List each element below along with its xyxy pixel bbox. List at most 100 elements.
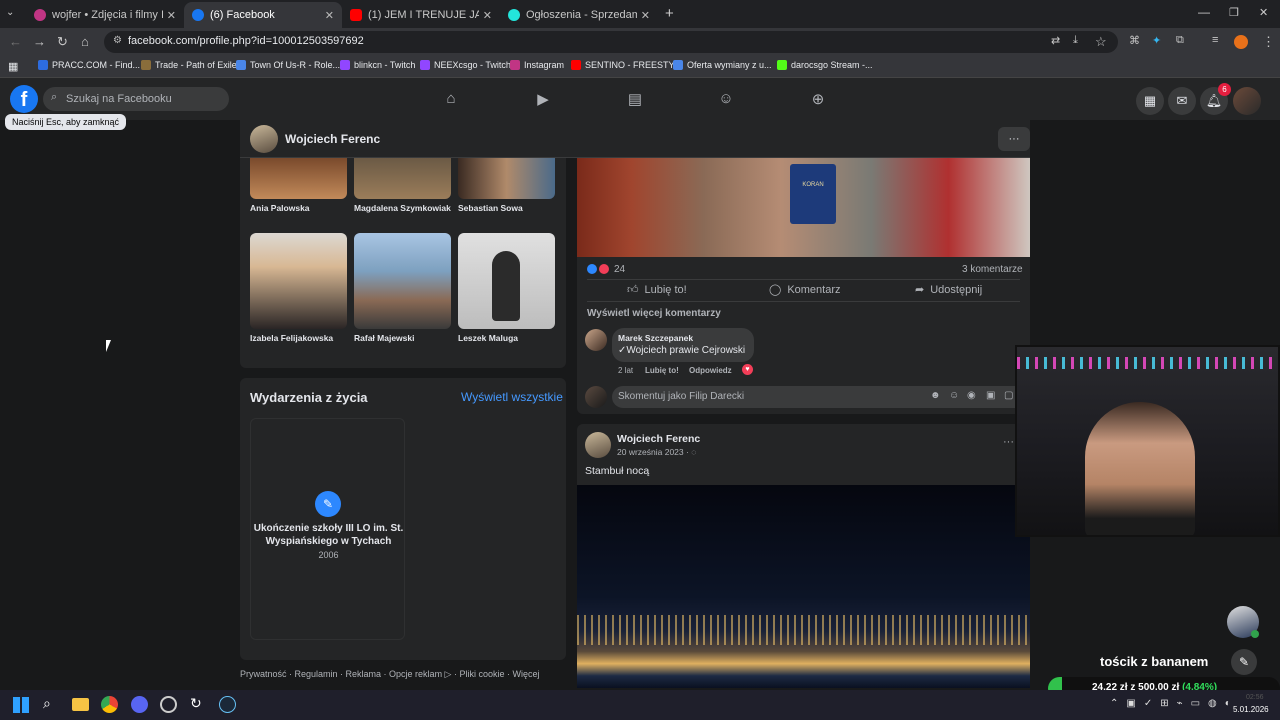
menu-grid-icon[interactable]: ▦ [1136,87,1164,115]
tab-olx[interactable]: Ogłoszenia - Sprzedam, kupię na OLX ✕ [500,2,658,28]
apps-icon[interactable]: ▦ [8,60,18,73]
bookmark-item[interactable]: Trade - Path of Exile [141,60,237,70]
back-icon[interactable]: ← [9,34,22,49]
post-options-icon[interactable]: ··· [1003,436,1014,448]
tab-youtube[interactable]: (1) JEM I TRENUJE JAK WOJFER ✕ [342,2,500,28]
comment-input[interactable]: Skomentuj jako Filip Darecki ☻ ☺ ◉ ▣ ▢ [612,386,1030,408]
friend-name[interactable]: Ania Palowska [250,203,310,213]
messenger-icon[interactable]: ✉ [1168,87,1196,115]
close-window-icon[interactable]: ✕ [1259,6,1268,19]
extension-icon[interactable]: ⌘ [1129,34,1140,47]
reaction-count[interactable]: 24 [614,264,625,275]
friend-photo[interactable] [354,233,451,329]
comment-button[interactable]: ◯ Komentarz [769,283,841,297]
friend-name[interactable]: Izabela Felijakowska [250,333,333,343]
bookmark-star-icon[interactable]: ☆ [1095,34,1107,50]
home-icon[interactable]: ⌂ [81,34,89,49]
site-info-icon[interactable]: ⚙ [113,35,122,46]
groups-nav-icon[interactable]: ☺ [717,90,735,108]
bookmark-item[interactable]: PRACC.COM - Find... [38,60,140,70]
profile-avatar[interactable] [250,125,278,153]
avatar-sticker-icon[interactable]: ☻ [930,390,941,401]
app-icon[interactable]: ↻ [190,695,202,712]
chrome-icon[interactable] [101,696,118,713]
tab-list-chevron-icon[interactable]: ⌄ [6,7,14,18]
close-tab-icon[interactable]: ✕ [167,9,176,22]
bookmark-item[interactable]: darocsgo Stream -... [777,60,873,70]
close-tab-icon[interactable]: ✕ [641,9,650,22]
friend-photo[interactable] [354,158,451,199]
facebook-logo[interactable]: f [10,85,38,113]
bookmark-item[interactable]: NEEXcsgo - Twitch [420,60,511,70]
close-tab-icon[interactable]: ✕ [325,9,334,22]
minimize-icon[interactable]: — [1198,5,1210,19]
compose-button[interactable]: ✎ [1231,649,1257,675]
extension-icon[interactable]: ✦ [1152,34,1161,47]
account-avatar[interactable] [1233,87,1261,115]
friend-photo[interactable] [250,158,347,199]
url-field[interactable]: ⚙ facebook.com/profile.php?id=1000125035… [104,31,1118,53]
gif-icon[interactable]: ▣ [986,390,995,401]
tab-instagram[interactable]: wojfer • Zdjęcia i filmy Instagram ✕ [26,2,184,28]
commenter-name[interactable]: Marek Szczepanek [618,333,693,343]
app-icon[interactable] [160,696,177,713]
life-event-card[interactable]: ✎ Ukończenie szkoły III LO im. St. Wyspi… [250,418,405,640]
browser-menu-icon[interactable]: ⋮ [1262,34,1275,50]
gaming-nav-icon[interactable]: ⊕ [809,90,827,108]
footer-links[interactable]: Prywatność · Regulamin · Reklama · Opcje… [240,669,540,680]
friend-name[interactable]: Magdalena Szymkowiak [354,203,451,213]
discord-icon[interactable] [131,696,148,713]
see-all-link[interactable]: Wyświetl wszystkie [461,390,563,404]
friend-name[interactable]: Leszek Maluga [458,333,518,343]
friend-photo[interactable] [458,158,555,199]
friend-name[interactable]: Sebastian Sowa [458,203,523,213]
home-nav-icon[interactable]: ⌂ [442,90,460,108]
close-tab-icon[interactable]: ✕ [483,9,492,22]
comment-like-link[interactable]: Lubię to! [645,366,679,375]
sticker-icon[interactable]: ▢ [1004,390,1013,401]
file-explorer-icon[interactable] [72,698,89,711]
video-nav-icon[interactable]: ▶ [534,90,552,108]
bookmark-item[interactable]: Town Of Us-R - Role... [236,60,340,70]
camera-icon[interactable]: ◉ [967,390,976,401]
new-tab-button[interactable]: + [665,5,674,22]
search-icon[interactable]: ⌕ [43,695,51,712]
tab-facebook[interactable]: (6) Facebook ✕ [184,2,342,28]
friend-photo[interactable] [458,233,555,329]
post-photo[interactable] [577,485,1030,688]
reload-icon[interactable]: ↻ [57,34,68,50]
more-comments-link[interactable]: Wyświetl więcej komentarzy [587,308,721,319]
my-avatar[interactable] [585,386,607,408]
post-photo[interactable]: KORAN [577,158,1030,257]
clock-time[interactable]: 02:56 [1246,694,1264,701]
friend-photo[interactable] [250,233,347,329]
media-icon[interactable]: ≡ [1212,34,1218,46]
bookmark-item[interactable]: blinkcn - Twitch [340,60,415,70]
comment-reply-link[interactable]: Odpowiedz [689,366,732,375]
restore-icon[interactable]: ❐ [1229,6,1239,19]
post-date[interactable]: 20 września 2023 · [617,447,689,457]
bookmark-item[interactable]: Instagram [510,60,564,70]
friend-name[interactable]: Rafał Majewski [354,333,414,343]
extensions-puzzle-icon[interactable]: ⧉ [1176,34,1184,47]
clock-date[interactable]: 5.01.2026 [1233,705,1269,714]
post-author[interactable]: Wojciech Ferenc [617,433,700,445]
like-button[interactable]: 👍︎ Lubię to! [627,283,687,297]
install-icon[interactable]: ⤓ [1073,34,1078,47]
profile-avatar-icon[interactable] [1234,35,1248,49]
share-button[interactable]: ➦ Udostępnij [915,283,982,297]
marketplace-nav-icon[interactable]: ▤ [626,90,644,108]
bookmark-item[interactable]: SENTINO - FREESTY... [571,60,681,70]
emoji-icon[interactable]: ☺ [949,390,959,401]
more-options-button[interactable]: ··· [998,127,1030,151]
forward-icon[interactable]: → [33,34,46,49]
translate-icon[interactable]: ⇄ [1051,34,1060,47]
commenter-avatar[interactable] [585,329,607,351]
search-box[interactable]: ⌕ Szukaj na Facebooku [43,87,229,111]
search-input[interactable]: Szukaj na Facebooku [66,93,172,105]
comments-count[interactable]: 3 komentarze [962,264,1023,275]
steam-icon[interactable] [219,696,236,713]
tray-icons[interactable]: ⌃▣✓⊞⌁▭◍◐ [1110,698,1239,709]
author-avatar[interactable] [585,432,611,458]
windows-start-icon[interactable] [13,697,29,713]
